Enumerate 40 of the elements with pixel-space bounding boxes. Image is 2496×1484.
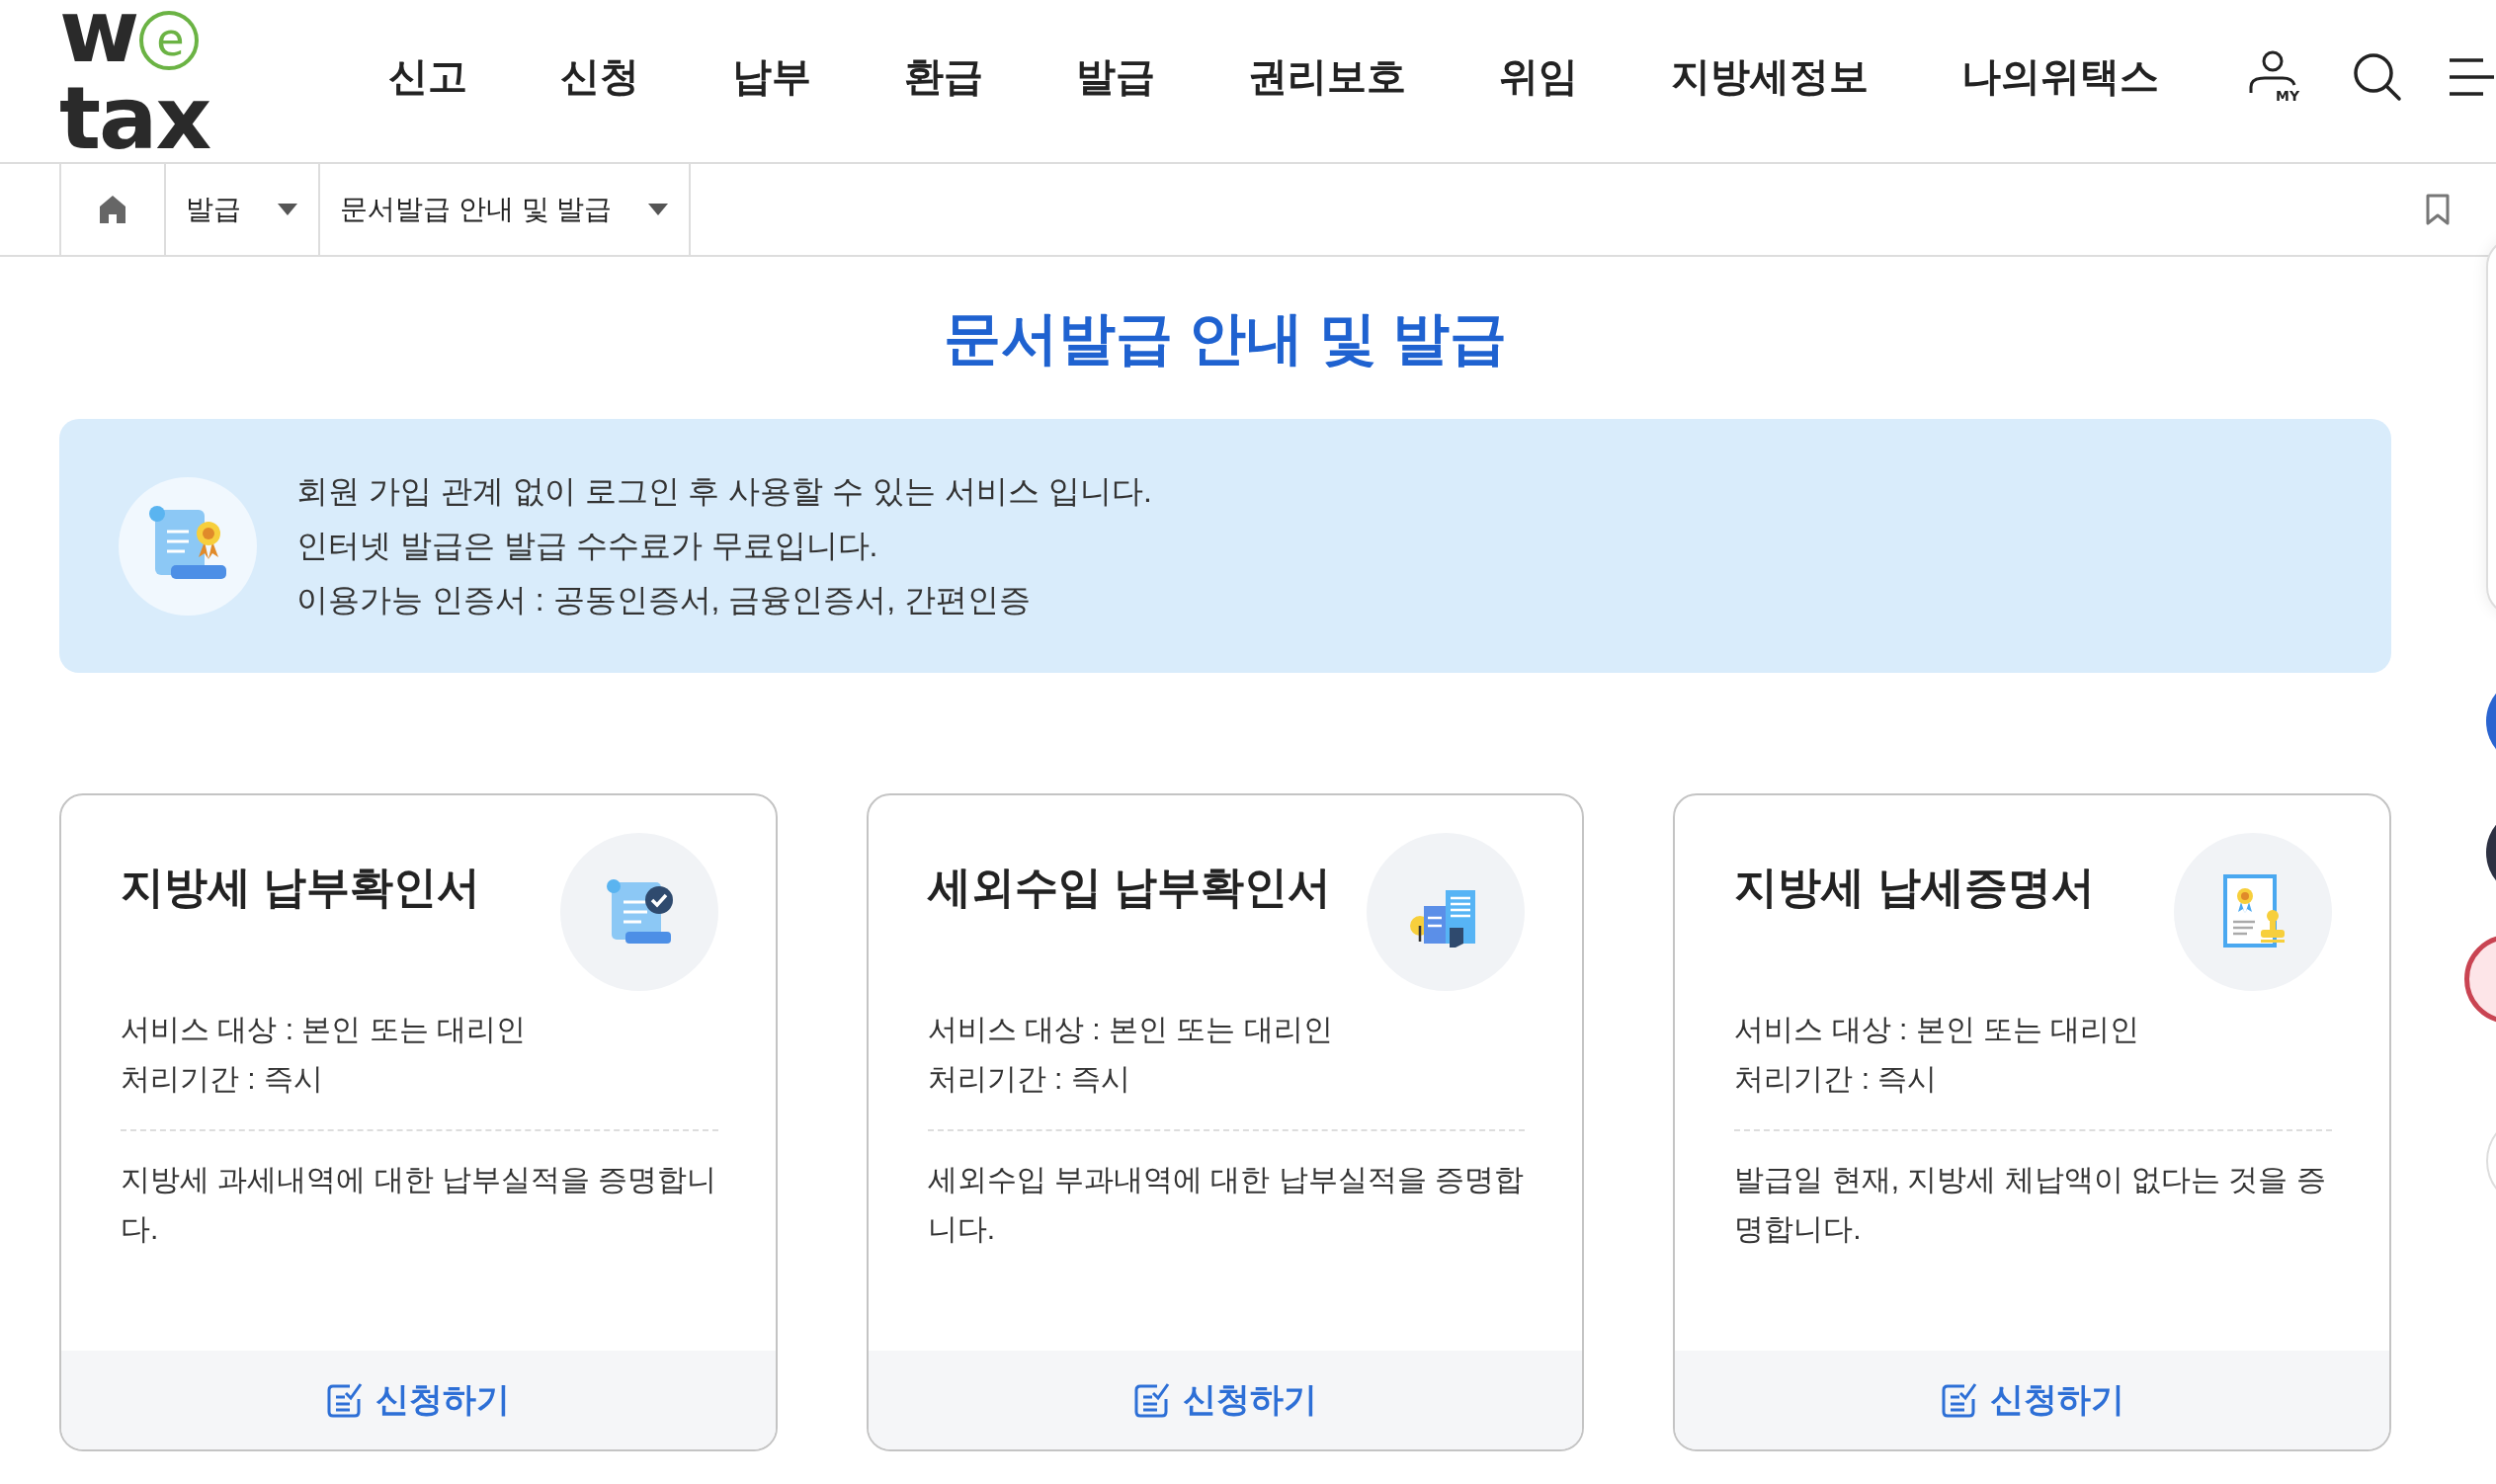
nav-menu-item[interactable]: 위임 [1453, 48, 1624, 104]
nav-menu-item[interactable]: 신고 [342, 48, 514, 104]
apply-button[interactable]: 신청하기 [316, 1371, 521, 1429]
nav-menu-item[interactable]: 환급 [858, 48, 1030, 104]
page-title: 문서발급 안내 및 발급 [942, 304, 1509, 371]
card-description: 세외수입 부과내역에 대한 납부실적을 증명합니다. [927, 1162, 1525, 1247]
card-description: 지방세 과세내역에 대한 납부실적을 증명합니다. [121, 1162, 718, 1247]
card-description: 발급일 현재, 지방세 체납액이 없다는 것을 증명합니다. [1734, 1162, 2327, 1247]
service-target-text: 서비스 대상 : 본인 또는 대리인 [927, 1012, 1334, 1047]
notice-text: 인터넷 발급은 발급 수수료가 무료입니다. [296, 527, 879, 565]
wetax-logo[interactable]: w e tax [59, 0, 302, 162]
card-title: 지방세 납세증명서 [1734, 862, 2095, 913]
card-title: 지방세 납부확인서 [121, 862, 481, 913]
edit-form-icon [1133, 1381, 1171, 1419]
apply-button[interactable]: 신청하기 [1930, 1371, 2134, 1429]
nav-menu-item[interactable]: 나의위택스 [1915, 48, 2205, 104]
menu-icon[interactable] [2447, 56, 2496, 98]
edit-form-icon [1940, 1381, 1978, 1419]
nav-menu-item[interactable]: 신청 [514, 48, 686, 104]
service-target-text: 서비스 대상 : 본인 또는 대리인 [121, 1012, 527, 1047]
nav-menu-item[interactable]: 납부 [686, 48, 858, 104]
edit-form-icon [326, 1381, 365, 1419]
nav-menu-item[interactable]: 발급 [1030, 48, 1202, 104]
notice-text: 이용가능 인증서 : 공동인증서, 금융인증서, 간편인증 [296, 581, 1033, 619]
breadcrumb-dropdown[interactable]: 문서발급 안내 및 발급 [320, 164, 692, 255]
caret-icon [647, 203, 670, 216]
bookmark-icon[interactable] [2425, 193, 2451, 226]
caret-icon [277, 203, 298, 216]
processing-period-text: 처리기간 : 즉시 [1734, 1061, 1939, 1097]
home-icon [99, 195, 126, 224]
nav-menu-item[interactable]: 권리보호 [1202, 48, 1453, 104]
nav-menu-item[interactable]: 지방세정보 [1624, 48, 1915, 104]
breadcrumb-dropdown[interactable]: 발급 [166, 164, 320, 255]
processing-period-text: 처리기간 : 즉시 [927, 1061, 1131, 1097]
card-title: 세외수입 납부확인서 [927, 862, 1331, 913]
service-target-text: 서비스 대상 : 본인 또는 대리인 [1734, 1012, 2141, 1047]
search-icon[interactable] [2352, 51, 2403, 103]
processing-period-text: 처리기간 : 즉시 [121, 1061, 324, 1097]
apply-button[interactable]: 신청하기 [1123, 1371, 1327, 1429]
notice-text: 회원 가입 관계 없이 로그인 후 사용할 수 있는 서비스 입니다. [296, 472, 1152, 511]
